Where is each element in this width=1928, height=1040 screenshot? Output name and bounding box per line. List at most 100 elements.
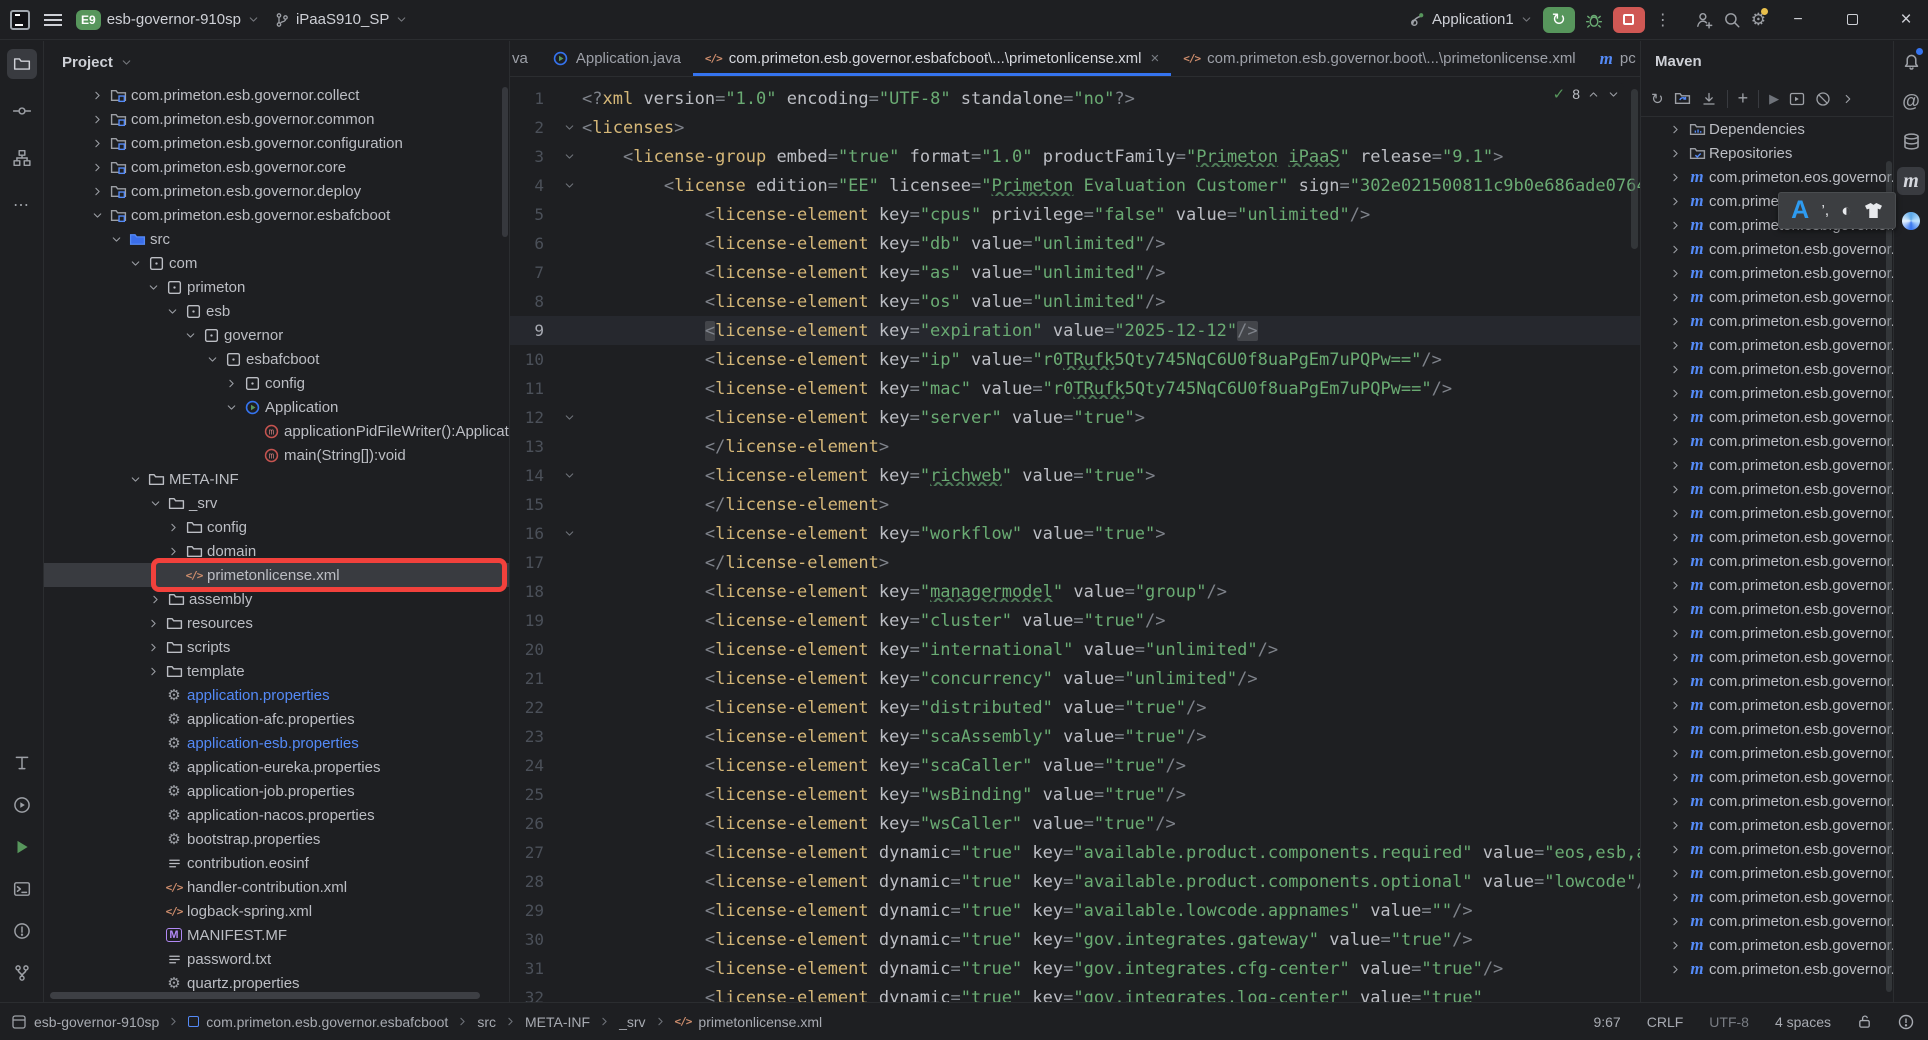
chevron-right-icon[interactable] [1665,459,1685,472]
chevron-right-icon[interactable] [221,377,241,390]
editor-line[interactable]: 24 <license-element key="scaCaller" valu… [510,751,1640,780]
tree-row[interactable]: primeton [44,275,509,299]
editor-line[interactable]: 19 <license-element key="cluster" value=… [510,606,1640,635]
maven-row[interactable]: mcom.primeton.esb.governor.m [1641,549,1893,573]
maven-row[interactable]: mcom.primeton.esb.governor.de [1641,453,1893,477]
maven-row[interactable]: mcom.primeton.esb.governor.sa [1641,837,1893,861]
tree-row[interactable]: config [44,515,509,539]
editor-line[interactable]: 31 <license-element dynamic="true" key="… [510,954,1640,983]
chevron-down-icon[interactable] [202,353,222,366]
chevron-right-icon[interactable] [87,185,107,198]
tree-row[interactable]: scripts [44,635,509,659]
chevron-right-icon[interactable] [1665,747,1685,760]
maven-row[interactable]: mcom.primeton.esb.governor.pl [1641,597,1893,621]
tree-row[interactable]: ⚙application-esb.properties [44,731,509,755]
editor-line[interactable]: 25 <license-element key="wsBinding" valu… [510,780,1640,809]
database-icon[interactable] [1897,127,1925,155]
chevron-right-icon[interactable] [163,545,183,558]
chevron-right-icon[interactable] [145,593,165,606]
maven-row[interactable]: mcom.primeton.esb.governor.sa [1641,861,1893,885]
indent-setting[interactable]: 4 spaces [1775,1014,1831,1030]
maven-row[interactable]: mcom.primeton.eos.governor.esb [1641,165,1893,189]
main-menu-icon[interactable] [44,14,62,26]
tree-row[interactable]: com.primeton.esb.governor.configuration [44,131,509,155]
chevron-down-icon[interactable] [87,209,107,222]
maven-row[interactable]: mcom.primeton.esb.governor.co [1641,429,1893,453]
debug-button[interactable] [1585,11,1603,29]
editor-line[interactable]: 29 <license-element dynamic="true" key="… [510,896,1640,925]
tree-row[interactable]: com [44,251,509,275]
download-sources-icon[interactable] [1701,91,1717,107]
chevron-right-icon[interactable] [163,521,183,534]
close-tab-icon[interactable]: × [1151,50,1160,67]
plugins-icon[interactable] [1897,207,1925,235]
tree-row[interactable]: assembly [44,587,509,611]
editor-line[interactable]: 11 <license-element key="mac" value="r0T… [510,374,1640,403]
tree-row[interactable]: com.primeton.esb.governor.esbafcboot [44,203,509,227]
maven-row[interactable]: mcom.primeton.esb.governor.sa [1641,933,1893,957]
chevron-down-icon[interactable] [221,401,241,414]
run-config-widget[interactable]: Application1 [1409,11,1533,28]
tree-row[interactable]: </>logback-spring.xml [44,899,509,923]
tree-row[interactable]: ⚙application.properties [44,683,509,707]
chevron-right-icon[interactable] [1665,843,1685,856]
add-user-icon[interactable] [1695,11,1713,29]
reload-projects-icon[interactable] [1674,90,1691,107]
chevron-right-icon[interactable] [1665,963,1685,976]
maven-row[interactable]: mcom.primeton.esb.governor.sa [1641,957,1893,981]
editor-vertical-scrollbar[interactable] [1631,89,1638,249]
run-icon[interactable] [7,832,37,862]
tree-row[interactable]: governor [44,323,509,347]
editor-line[interactable]: 23 <license-element key="scaAssembly" va… [510,722,1640,751]
rerun-button[interactable]: ↻ [1543,7,1575,33]
editor-line[interactable]: 1<?xml version="1.0" encoding="UTF-8" st… [510,84,1640,113]
ai-assistant-icon[interactable]: @ [1897,87,1925,115]
caret-position[interactable]: 9:67 [1593,1014,1620,1030]
maven-row[interactable]: mcom.primeton.esb.governor.au [1641,285,1893,309]
chevron-right-icon[interactable] [87,113,107,126]
editor-line[interactable]: 17 </license-element> [510,548,1640,577]
maven-row[interactable]: mcom.primeton.esb.governor.pa [1641,573,1893,597]
editor-line[interactable]: 12 <license-element key="server" value="… [510,403,1640,432]
editor-line[interactable]: 26 <license-element key="wsCaller" value… [510,809,1640,838]
tree-row[interactable]: Application [44,395,509,419]
fold-chevron-icon[interactable] [556,411,582,424]
workspace-icon[interactable] [12,1015,26,1029]
chevron-right-icon[interactable] [1665,723,1685,736]
fold-chevron-icon[interactable] [556,179,582,192]
project-panel-header[interactable]: Project [44,41,509,83]
chevron-down-icon[interactable] [162,305,182,318]
maven-row[interactable]: mcom.primeton.esb.governor.es [1641,477,1893,501]
editor-line[interactable]: 6 <license-element key="db" value="unlim… [510,229,1640,258]
structure-icon[interactable] [7,143,37,173]
maven-row[interactable]: mcom.primeton.esb.governor.au [1641,261,1893,285]
branch-widget[interactable]: iPaaS910_SP [274,11,408,28]
chevron-right-icon[interactable] [1665,531,1685,544]
editor-line[interactable]: 27 <license-element dynamic="true" key="… [510,838,1640,867]
search-icon[interactable] [1723,11,1741,29]
editor-line[interactable]: 13 </license-element> [510,432,1640,461]
chevron-right-icon[interactable] [1665,123,1685,136]
tree-horizontal-scrollbar[interactable] [50,992,480,999]
maven-vertical-scrollbar[interactable] [1886,161,1892,992]
chevron-right-icon[interactable] [1665,939,1685,952]
breadcrumb-item[interactable]: META-INF [525,1014,590,1030]
editor-line[interactable]: 4 <license edition="EE" licensee="Primet… [510,171,1640,200]
editor-line[interactable]: 14 <license-element key="richweb" value=… [510,461,1640,490]
commit-icon[interactable] [7,96,37,126]
terminal-icon[interactable] [7,874,37,904]
chevron-right-icon[interactable] [1665,507,1685,520]
maximize-button[interactable] [1830,0,1874,40]
editor-line[interactable]: 16 <license-element key="workflow" value… [510,519,1640,548]
chevron-right-icon[interactable] [143,617,163,630]
maven-row[interactable]: mcom.primeton.esb.governor.sa [1641,717,1893,741]
editor-line[interactable]: 2<licenses> [510,113,1640,142]
chevron-right-icon[interactable] [1665,339,1685,352]
maven-row[interactable]: mcom.primeton.esb.governor.pu [1641,621,1893,645]
chevron-right-icon[interactable] [1665,675,1685,688]
add-icon[interactable]: + [1738,88,1749,109]
project-folder-icon[interactable] [7,49,37,79]
chevron-right-icon[interactable] [1665,555,1685,568]
line-ending[interactable]: CRLF [1647,1014,1684,1030]
tree-row[interactable]: _srv [44,491,509,515]
